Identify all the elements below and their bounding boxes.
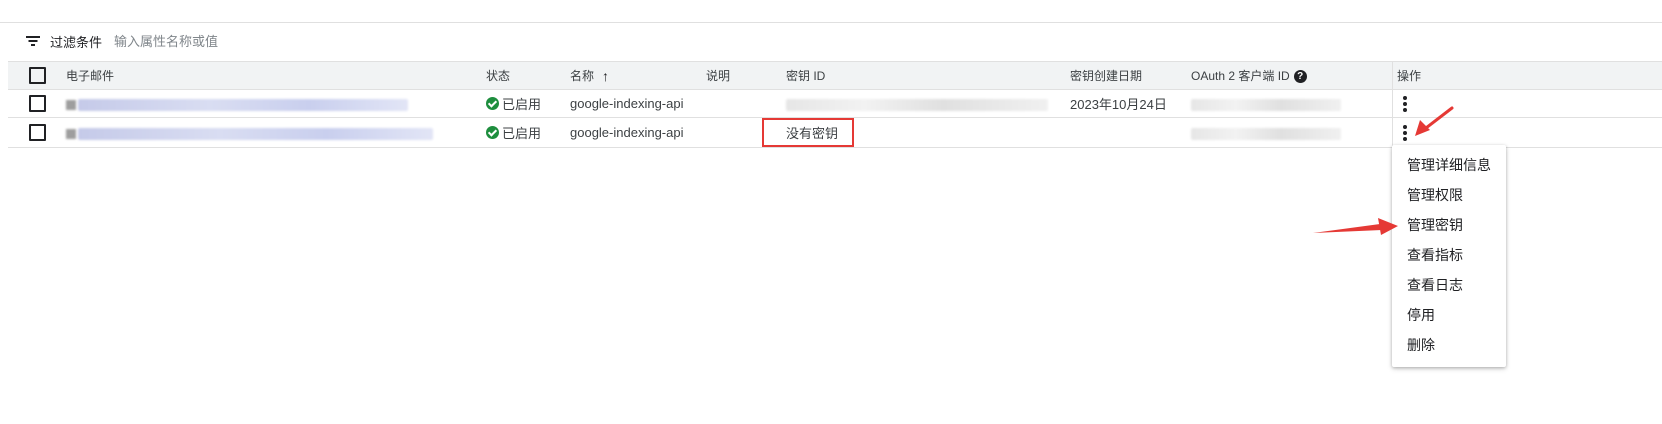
oauth-cell (1191, 90, 1393, 118)
menu-list: 管理详细信息 管理权限 管理密钥 查看指标 查看日志 停用 删除 (1392, 145, 1506, 360)
filter-input[interactable] (114, 33, 355, 49)
row-select-cell (8, 118, 66, 148)
header-email[interactable]: 电子邮件 (66, 61, 486, 90)
description-cell (706, 90, 786, 118)
key-id-cell (786, 90, 1070, 118)
check-circle-icon (486, 97, 499, 110)
actions-cell (1392, 117, 1662, 148)
help-icon[interactable]: ? (1293, 70, 1307, 84)
key-id-cell: 没有密钥 (762, 118, 1070, 148)
header-name[interactable]: 名称 (570, 69, 594, 83)
redacted-key-id (786, 98, 1048, 111)
filter-label[interactable]: 过滤条件 (50, 32, 102, 51)
redacted-email[interactable] (78, 127, 433, 140)
email-cell (66, 90, 486, 118)
header-key-id[interactable]: 密钥 ID (786, 61, 1070, 90)
menu-item-manage-details[interactable]: 管理详细信息 (1392, 150, 1506, 180)
annotation-arrow-to-manage-keys (1313, 218, 1398, 235)
key-created-cell (1070, 118, 1191, 148)
key-created-cell: 2023年10月24日 (1070, 97, 1167, 112)
status-text: 已启用 (502, 126, 542, 141)
actions-context-menu: 管理详细信息 管理权限 管理密钥 查看指标 查看日志 停用 删除 (1392, 145, 1506, 367)
header-name-cell[interactable]: 名称 ↑ (570, 61, 706, 90)
header-status[interactable]: 状态 (486, 61, 570, 90)
check-circle-icon (486, 126, 499, 139)
table-row: 已启用 google-indexing-api 没有密钥 (8, 117, 1662, 148)
name-cell: google-indexing-api (570, 96, 684, 111)
row-select-cell (8, 90, 66, 118)
select-all-cell (8, 61, 66, 90)
redacted-email-lead (66, 128, 76, 139)
name-cell: google-indexing-api (570, 125, 684, 140)
redacted-oauth-id (1191, 98, 1341, 111)
menu-item-view-logs[interactable]: 查看日志 (1392, 270, 1506, 300)
top-divider (0, 22, 1662, 23)
status-text: 已启用 (502, 97, 542, 112)
table-header-row: 电子邮件 状态 名称 ↑ 说明 密钥 ID 密钥创建日期 OAuth 2 客户端 … (8, 61, 1662, 90)
header-oauth-client-id[interactable]: OAuth 2 客户端 ID (1191, 69, 1290, 83)
row-checkbox[interactable] (28, 124, 46, 142)
filter-bar: 过滤条件 (26, 30, 355, 52)
menu-item-delete[interactable]: 删除 (1392, 330, 1506, 360)
table-row: 已启用 google-indexing-api 2023年10月24日 (8, 89, 1662, 118)
filter-icon[interactable] (26, 35, 40, 47)
more-actions-icon[interactable] (1403, 124, 1407, 141)
header-key-created[interactable]: 密钥创建日期 (1070, 61, 1191, 90)
redacted-email-lead (66, 99, 76, 110)
menu-item-view-metrics[interactable]: 查看指标 (1392, 240, 1506, 270)
menu-item-manage-keys[interactable]: 管理密钥 (1392, 210, 1506, 240)
status-cell: 已启用 (486, 118, 570, 148)
email-cell (66, 118, 486, 148)
sort-ascending-icon[interactable]: ↑ (602, 68, 609, 84)
redacted-email[interactable] (78, 98, 408, 111)
menu-item-manage-permissions[interactable]: 管理权限 (1392, 180, 1506, 210)
row-checkbox[interactable] (28, 95, 46, 113)
select-all-checkbox[interactable] (28, 67, 46, 84)
header-actions: 操作 (1392, 61, 1662, 90)
redacted-oauth-id (1191, 127, 1341, 140)
menu-item-disable[interactable]: 停用 (1392, 300, 1506, 330)
header-description[interactable]: 说明 (706, 61, 786, 90)
header-oauth-cell: OAuth 2 客户端 ID? (1191, 61, 1393, 90)
actions-cell (1392, 89, 1662, 118)
no-key-text: 没有密钥 (786, 126, 839, 141)
oauth-cell (1191, 118, 1393, 148)
no-key-highlight: 没有密钥 (762, 118, 855, 147)
service-accounts-table: 电子邮件 状态 名称 ↑ 说明 密钥 ID 密钥创建日期 OAuth 2 客户端 … (8, 61, 1662, 148)
header-actions-label: 操作 (1397, 69, 1422, 83)
status-cell: 已启用 (486, 90, 570, 118)
more-actions-icon[interactable] (1403, 95, 1407, 112)
